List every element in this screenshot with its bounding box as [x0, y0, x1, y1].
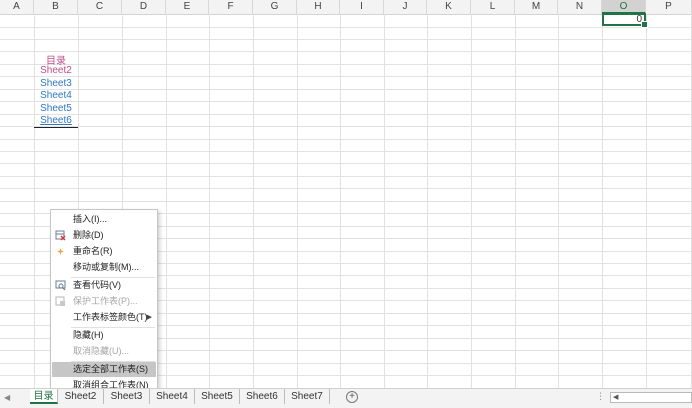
submenu-arrow-icon: ▶: [146, 314, 152, 321]
protect-sheet-icon: [55, 296, 65, 306]
column-header-l[interactable]: L: [471, 0, 515, 14]
menu-item-view-code[interactable]: 查看代码(V): [52, 278, 156, 293]
menu-item-label: 删除(D): [73, 230, 104, 240]
menu-item-move-copy[interactable]: 移动或复制(M)...: [52, 260, 156, 275]
menu-item-rename[interactable]: 重命名(R): [52, 244, 156, 259]
sheet-tab-sheet6[interactable]: Sheet6: [240, 389, 285, 404]
toc-link-sheet2[interactable]: Sheet2: [34, 65, 78, 76]
toc-link-sheet6[interactable]: Sheet6: [34, 115, 78, 126]
column-header-b[interactable]: B: [34, 0, 78, 14]
menu-item-label: 重命名(R): [73, 246, 113, 256]
column-header-row: A B C D E F G H I J K L M N O P: [0, 0, 692, 15]
column-header-h[interactable]: H: [297, 0, 340, 14]
column-header-j[interactable]: J: [384, 0, 427, 14]
column-header-p[interactable]: P: [646, 0, 692, 14]
menu-item-label: 移动或复制(M)...: [73, 262, 139, 272]
menu-item-label: 隐藏(H): [73, 330, 104, 340]
column-header-d[interactable]: D: [122, 0, 166, 14]
scroll-left-icon[interactable]: ◀: [613, 393, 618, 402]
column-header-o[interactable]: O: [602, 0, 646, 14]
sheet-tab-sheet3[interactable]: Sheet3: [104, 389, 150, 404]
menu-item-label: 工作表标签颜色(T): [73, 312, 148, 322]
menu-item-label: 插入(I)...: [73, 214, 107, 224]
tab-scroll-left-icon[interactable]: ◀: [4, 393, 10, 402]
toc-bottom-border: [34, 127, 78, 128]
menu-item-unhide: 取消隐藏(U)...: [52, 344, 156, 359]
menu-item-protect-sheet: 保护工作表(P)...: [52, 294, 156, 309]
column-header-i[interactable]: I: [340, 0, 384, 14]
column-header-c[interactable]: C: [78, 0, 122, 14]
sheet-tab-context-menu: 插入(I)... 删除(D) 重命名(R) 移动或复制(M)... 查看代码(V…: [50, 209, 158, 395]
toc-link-sheet3[interactable]: Sheet3: [34, 78, 78, 89]
sheet-tab-toc[interactable]: 目录: [30, 389, 58, 404]
add-sheet-icon[interactable]: +: [346, 391, 358, 403]
active-cell-o1[interactable]: 0: [602, 13, 648, 28]
column-header-k[interactable]: K: [427, 0, 471, 14]
menu-item-label: 取消隐藏(U)...: [73, 346, 129, 356]
column-header-f[interactable]: F: [209, 0, 253, 14]
delete-sheet-icon: [55, 230, 66, 241]
menu-item-label: 保护工作表(P)...: [73, 296, 138, 306]
menu-item-delete[interactable]: 删除(D): [52, 228, 156, 243]
column-header-g[interactable]: G: [253, 0, 297, 14]
rename-icon: [57, 248, 64, 255]
menu-item-tab-color[interactable]: 工作表标签颜色(T) ▶: [52, 310, 156, 325]
menu-item-label: 查看代码(V): [73, 280, 121, 290]
menu-item-label: 选定全部工作表(S): [73, 364, 148, 374]
column-header-e[interactable]: E: [166, 0, 209, 14]
sheet-tab-sheet4[interactable]: Sheet4: [150, 389, 195, 404]
column-header-n[interactable]: N: [558, 0, 602, 14]
menu-item-select-all-sheets[interactable]: 选定全部工作表(S): [52, 362, 156, 377]
toc-link-sheet5[interactable]: Sheet5: [34, 103, 78, 114]
sheet-tab-sheet5[interactable]: Sheet5: [195, 389, 240, 404]
sheet-tab-sheet2[interactable]: Sheet2: [58, 389, 104, 404]
menu-item-hide[interactable]: 隐藏(H): [52, 328, 156, 343]
sheet-tab-bar: ◀ 目录 Sheet2 Sheet3 Sheet4 Sheet5 Sheet6 …: [0, 388, 692, 408]
column-header-m[interactable]: M: [515, 0, 558, 14]
horizontal-scrollbar[interactable]: ◀: [610, 392, 692, 403]
more-options-icon[interactable]: ⋮: [596, 391, 605, 402]
toc-link-sheet4[interactable]: Sheet4: [34, 90, 78, 101]
menu-item-insert[interactable]: 插入(I)...: [52, 212, 156, 227]
column-header-a[interactable]: A: [0, 0, 34, 14]
sheet-tab-sheet7[interactable]: Sheet7: [285, 389, 330, 404]
view-code-icon: [55, 280, 66, 291]
